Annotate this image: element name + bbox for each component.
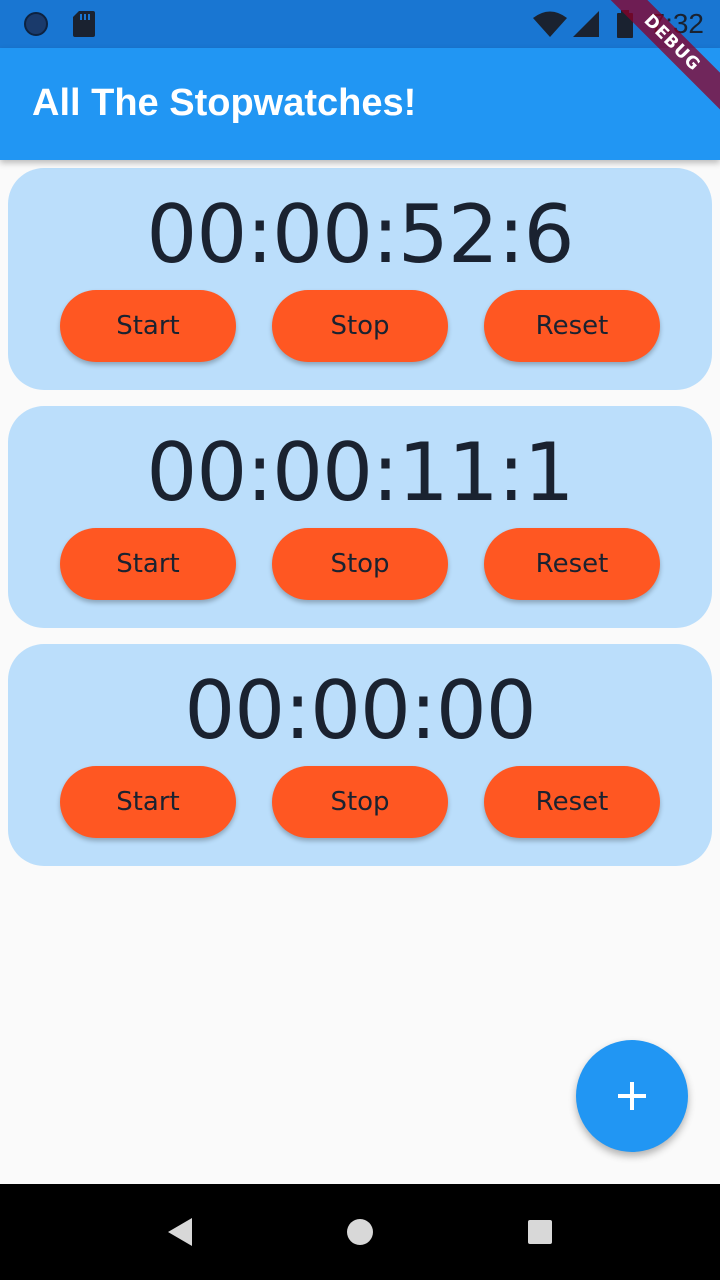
stopwatch-card: 00:00:11:1 Start Stop Reset [8,406,712,628]
stopwatch-list: 00:00:52:6 Start Stop Reset 00:00:11:1 S… [8,168,712,882]
stopwatch-card: 00:00:52:6 Start Stop Reset [8,168,712,390]
stopwatch-time: 00:00:11:1 [146,426,574,519]
add-stopwatch-button[interactable] [576,1040,688,1152]
reset-button[interactable]: Reset [484,766,660,838]
page-title: All The Stopwatches! [32,82,417,124]
stopwatch-time: 00:00:52:6 [146,188,574,281]
start-button[interactable]: Start [60,290,236,362]
start-button[interactable]: Start [60,528,236,600]
sync-icon [24,12,48,36]
app-bar: All The Stopwatches! [0,48,720,160]
start-button[interactable]: Start [60,766,236,838]
navigation-bar [0,1184,720,1280]
reset-button[interactable]: Reset [484,290,660,362]
back-icon[interactable] [160,1212,200,1252]
reset-button[interactable]: Reset [484,528,660,600]
home-icon[interactable] [340,1212,380,1252]
status-bar: 7:32 [0,0,720,48]
stopwatch-card: 00:00:00 Start Stop Reset [8,644,712,866]
plus-icon [618,1082,646,1110]
recents-icon[interactable] [520,1212,560,1252]
signal-icon [573,11,599,37]
stop-button[interactable]: Stop [272,528,448,600]
stop-button[interactable]: Stop [272,766,448,838]
wifi-icon [533,11,567,37]
stopwatch-time: 00:00:00 [184,664,536,757]
stop-button[interactable]: Stop [272,290,448,362]
sd-card-icon [73,11,95,37]
